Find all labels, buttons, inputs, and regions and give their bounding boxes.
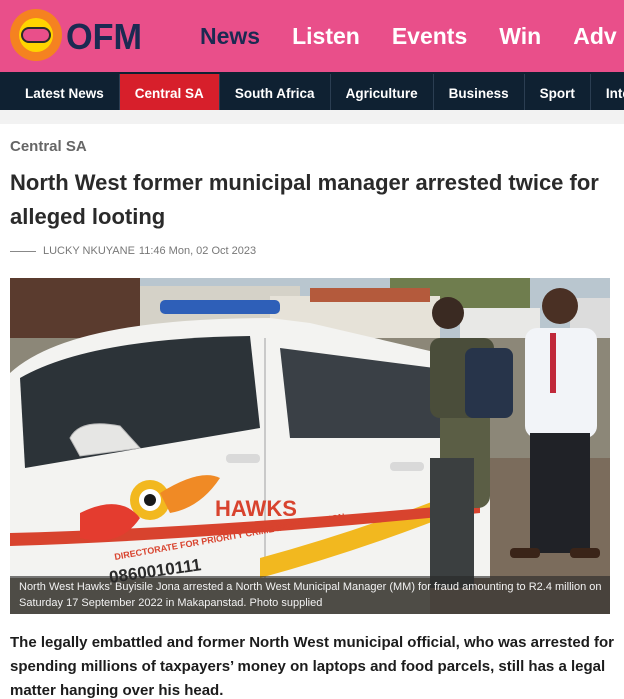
article-photo[interactable]: HAWKS DIRECTORATE FOR PRIORITY CRIME INV… [10, 278, 610, 614]
top-nav-listen[interactable]: Listen [292, 23, 360, 50]
article-section[interactable]: Central SA [10, 138, 87, 155]
photo-caption: North West Hawks' Buyisile Jona arrested… [10, 576, 610, 614]
category-international[interactable]: Intern [591, 74, 624, 110]
category-sport[interactable]: Sport [525, 74, 591, 110]
article-title: North West former municipal manager arre… [10, 170, 599, 229]
category-agriculture[interactable]: Agriculture [331, 74, 434, 110]
category-central-sa[interactable]: Central SA [119, 74, 220, 110]
site-header: OFM News Listen Events Win Adv [0, 0, 624, 72]
header-spacer [0, 110, 624, 124]
top-nav-win[interactable]: Win [499, 23, 541, 50]
category-latest-news[interactable]: Latest News [10, 74, 120, 110]
ofm-logo[interactable]: OFM [8, 6, 148, 64]
vehicle-hawks-text: HAWKS [215, 496, 297, 521]
top-nav-adv[interactable]: Adv [573, 23, 616, 50]
publish-timestamp: 11:46 Mon, 02 Oct 2023 [138, 245, 257, 257]
category-business[interactable]: Business [434, 74, 525, 110]
article-lead: The legally embattled and former North W… [10, 634, 615, 699]
byline: LUCKY NKUYANE 11:46 Mon, 02 Oct 2023 [10, 245, 256, 257]
category-south-africa[interactable]: South Africa [220, 74, 331, 110]
logo-text: OFM [66, 16, 142, 57]
top-nav-events[interactable]: Events [392, 23, 467, 50]
author-name[interactable]: LUCKY NKUYANE [43, 245, 135, 257]
top-nav-news[interactable]: News [200, 23, 260, 50]
top-nav: News Listen Events Win Adv [200, 0, 624, 72]
category-nav: Latest News Central SA South Africa Agri… [0, 72, 624, 110]
byline-divider [10, 250, 36, 252]
hawks-vehicle-photo: HAWKS DIRECTORATE FOR PRIORITY CRIME INV… [10, 278, 610, 614]
